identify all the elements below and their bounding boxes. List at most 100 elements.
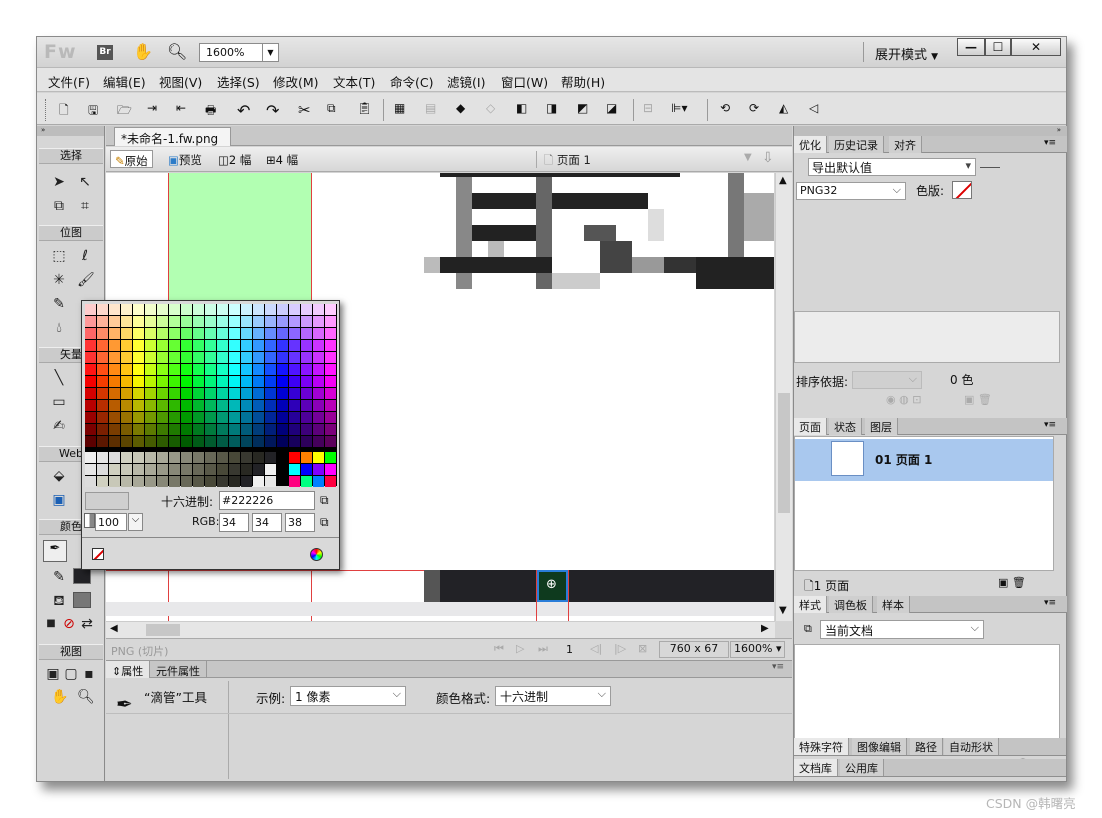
color-swatch[interactable] [241,388,252,399]
color-swatch[interactable] [169,436,180,447]
color-swatch[interactable] [145,352,156,363]
color-swatch[interactable] [253,424,264,435]
grey-swatch[interactable] [217,476,228,487]
color-swatch[interactable] [145,412,156,423]
primary-swatch[interactable] [301,464,312,475]
color-swatch[interactable] [85,328,96,339]
color-swatch[interactable] [109,352,120,363]
color-swatch[interactable] [157,424,168,435]
color-swatch[interactable] [121,352,132,363]
color-swatch[interactable] [169,412,180,423]
grey-swatch[interactable] [229,476,240,487]
scale-tool-icon[interactable]: ⧉ [51,198,67,214]
color-wheel-icon[interactable] [310,548,323,561]
color-swatch[interactable] [193,352,204,363]
color-swatch[interactable] [325,304,336,315]
menu-text[interactable]: 文本(T) [333,72,375,91]
color-swatch[interactable] [241,424,252,435]
color-swatch[interactable] [109,328,120,339]
color-swatch[interactable] [253,388,264,399]
view-preview-button[interactable]: ▣预览 [164,150,206,168]
line-tool-icon[interactable]: ╲ [51,370,67,386]
zoom-tool-icon[interactable]: 🔍︎ [167,42,187,61]
blue-input[interactable]: 38 [285,513,315,532]
color-swatch[interactable] [217,304,228,315]
color-swatch[interactable] [97,376,108,387]
grey-swatch[interactable] [97,464,108,475]
color-swatch[interactable] [181,436,192,447]
vertical-scrollbar[interactable]: ▲ ▼ [775,173,792,621]
color-swatch[interactable] [193,400,204,411]
primary-swatch[interactable] [289,476,300,487]
grey-swatch[interactable] [229,464,240,475]
menu-help[interactable]: 帮助(H) [561,72,605,91]
color-swatch[interactable] [301,340,312,351]
color-swatch[interactable] [97,424,108,435]
color-swatch[interactable] [85,376,96,387]
prev-frame-icon[interactable]: ◁| [590,642,602,655]
panel-menu-icon[interactable]: ▾≡ [772,662,784,672]
color-swatch[interactable] [325,340,336,351]
color-swatch[interactable] [97,364,108,375]
menu-edit[interactable]: 编辑(E) [103,72,146,91]
color-swatch[interactable] [121,376,132,387]
grey-swatch[interactable] [193,452,204,463]
color-swatch[interactable] [169,328,180,339]
red-input[interactable]: 34 [219,513,249,532]
color-swatch[interactable] [169,388,180,399]
color-swatch[interactable] [217,436,228,447]
color-swatch[interactable] [109,436,120,447]
zoom-select[interactable]: 1600% ▼ [199,43,279,62]
primary-swatch[interactable] [289,452,300,463]
copy-icon[interactable]: ⧉ [327,101,343,117]
color-swatch[interactable] [301,388,312,399]
color-swatch[interactable] [109,424,120,435]
color-swatch[interactable] [121,424,132,435]
group-icon[interactable]: ▦ [394,101,410,117]
color-swatch[interactable] [133,412,144,423]
opacity-dropdown[interactable]: ⌵ [128,513,143,531]
last-frame-icon[interactable]: ⏭ [538,642,548,656]
tab-auto-shapes[interactable]: 自动形状 [944,738,999,755]
color-format-select[interactable]: 十六进制 ⌵ [495,686,611,706]
scroll-left-icon[interactable]: ◀ [110,623,118,634]
color-swatch[interactable] [265,340,276,351]
grey-swatch[interactable] [85,452,96,463]
page-actions-icon[interactable]: ▣ 🗑︎ [998,576,1026,589]
scroll-up-icon[interactable]: ▲ [779,175,787,186]
menu-modify[interactable]: 修改(M) [273,72,319,91]
color-swatch[interactable] [313,328,324,339]
color-swatch[interactable] [325,352,336,363]
color-swatch[interactable] [145,316,156,327]
color-swatch[interactable] [301,352,312,363]
crop-tool-icon[interactable]: ⌗ [77,198,93,214]
color-swatch[interactable] [289,388,300,399]
open-icon[interactable]: 🗁 [117,101,133,117]
color-swatch[interactable] [301,316,312,327]
color-swatch[interactable] [97,340,108,351]
tab-properties[interactable]: ⇕属性 [106,661,151,678]
color-swatch[interactable] [301,364,312,375]
color-swatch[interactable] [277,316,288,327]
color-swatch[interactable] [85,424,96,435]
stop-icon[interactable]: ⊠ [638,642,647,655]
grey-swatch[interactable] [85,476,96,487]
sample-select[interactable]: 1 像素 ⌵ [290,686,406,706]
color-swatch[interactable] [121,340,132,351]
color-swatch[interactable] [325,364,336,375]
menu-commands[interactable]: 命令(C) [390,72,433,91]
color-swatch[interactable] [277,412,288,423]
maximize-button[interactable]: ☐ [985,38,1011,56]
color-swatch[interactable] [181,328,192,339]
color-swatch[interactable] [85,400,96,411]
scroll-right-icon[interactable]: ▶ [761,623,769,634]
rotate-right-icon[interactable]: ⟳ [749,101,765,117]
import-icon[interactable]: ⇥ [147,101,163,117]
color-swatch[interactable] [265,400,276,411]
grey-swatch[interactable] [109,452,120,463]
color-swatch[interactable] [205,424,216,435]
grey-swatch[interactable] [109,476,120,487]
grey-swatch[interactable] [145,464,156,475]
color-swatch[interactable] [265,304,276,315]
color-swatch[interactable] [193,376,204,387]
